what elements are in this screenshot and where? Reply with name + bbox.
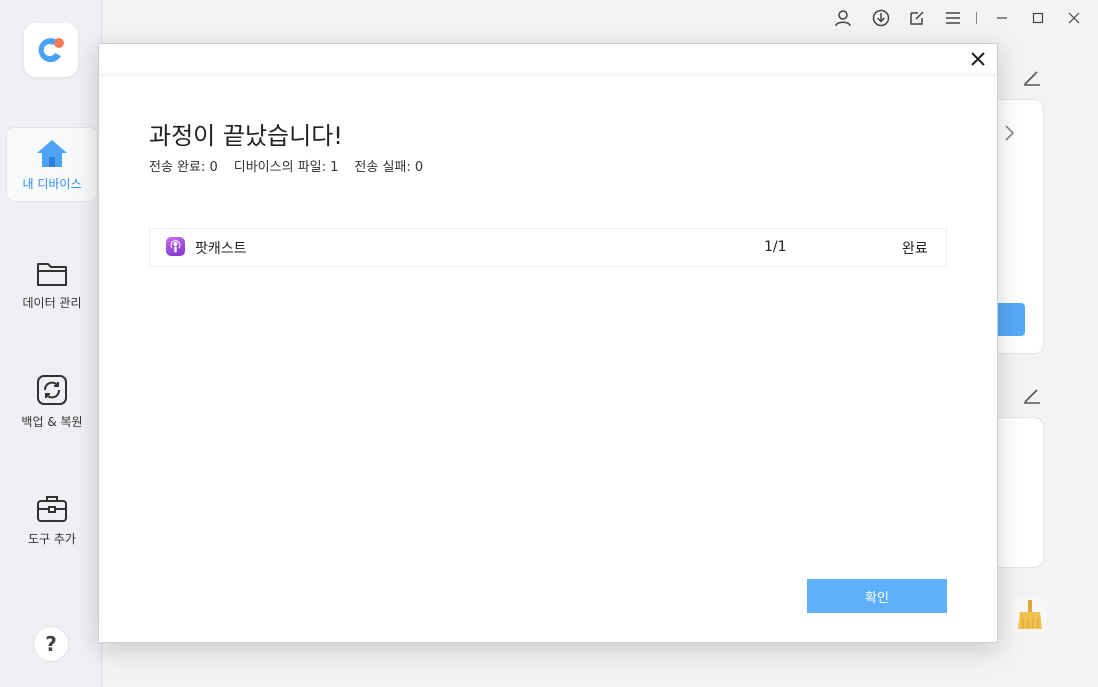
chevron-right-icon[interactable] [1003,124,1017,142]
close-icon [971,52,985,66]
transferred-count: 전송 완료: 0 [149,160,218,175]
help-button[interactable]: ? [33,626,69,662]
dialog-close-button[interactable] [967,48,989,70]
folder-icon [37,263,67,286]
maximize-icon[interactable] [1027,7,1049,29]
sidebar-item-label: 백업 & 복원 [21,415,83,429]
completion-dialog: 과정이 끝났습니다! 전송 완료: 0 디바이스의 파일: 1 전송 실패: 0… [98,43,998,643]
sidebar-item-label: 내 디바이스 [22,177,82,191]
user-icon[interactable] [832,7,854,29]
minimize-icon[interactable] [991,7,1013,29]
dialog-header [99,44,997,75]
backup-restore-icon [37,375,67,405]
sidebar-item-my-device[interactable]: 내 디바이스 [6,127,98,202]
feedback-icon[interactable] [906,7,928,29]
result-row: 팟캐스트 1/1 완료 [149,228,947,267]
toolbar-divider [968,7,984,29]
sidebar-item-add-tools[interactable]: 도구 추가 [6,482,98,557]
transfer-stats: 전송 완료: 0 디바이스의 파일: 1 전송 실패: 0 [149,156,423,175]
result-status: 완료 [902,241,928,257]
help-icon: ? [45,632,57,656]
home-icon [37,140,67,167]
result-category-name: 팟캐스트 [195,241,247,257]
sidebar-item-data-management[interactable]: 데이터 관리 [6,247,98,322]
download-icon[interactable] [870,7,892,29]
sidebar-item-backup-restore[interactable]: 백업 & 복원 [6,364,98,439]
app-logo [24,23,78,77]
device-files-count: 디바이스의 파일: 1 [233,160,339,175]
failed-count: 전송 실패: 0 [354,160,424,175]
result-count: 1/1 [764,239,787,255]
edit-icon[interactable] [1021,66,1043,88]
close-icon[interactable] [1063,7,1085,29]
edit-icon[interactable] [1021,384,1043,406]
app-logo-icon [38,38,64,63]
confirm-button[interactable]: 확인 [807,579,947,613]
toolbox-icon [37,496,67,522]
sidebar: 내 디바이스 데이터 관리 백업 & 복원 도구 추가 ? [0,0,102,687]
sidebar-item-label: 데이터 관리 [22,296,82,310]
menu-icon[interactable] [942,7,964,29]
sidebar-item-label: 도구 추가 [28,532,76,546]
broom-icon[interactable] [1013,598,1047,632]
dialog-title: 과정이 끝났습니다! [149,122,343,150]
podcast-icon [166,237,185,256]
